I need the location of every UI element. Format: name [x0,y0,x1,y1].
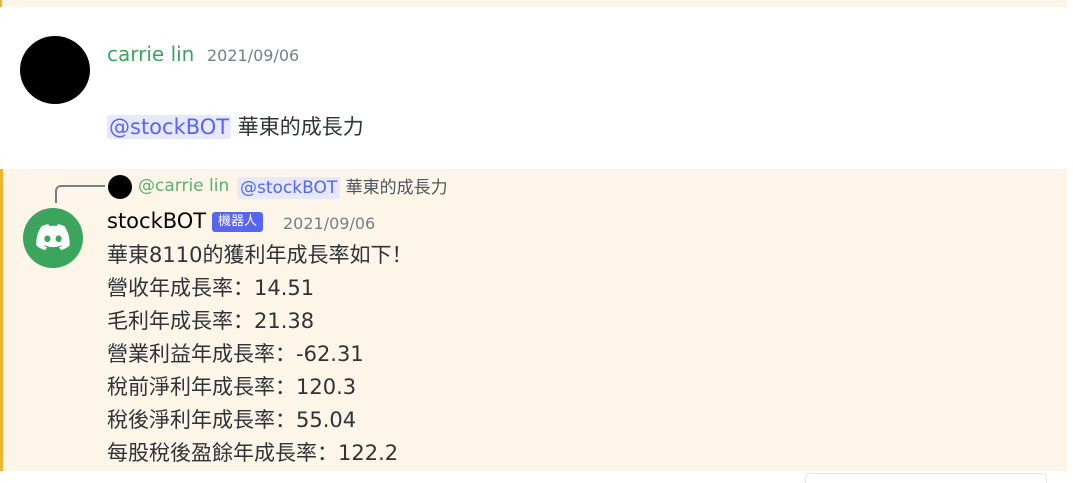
bot-avatar[interactable] [23,208,83,268]
bot-line-net-income: 稅後淨利年成長率：55.04 [107,408,357,432]
partial-panel [805,473,1047,483]
bot-timestamp: 2021/09/06 [283,214,376,233]
reply-mention-stockbot[interactable]: @stockBOT [237,177,341,199]
reply-preview-content[interactable]: @stockBOT 華東的成長力 [237,173,448,199]
reply-author[interactable]: @carrie lin [138,176,229,196]
message-timestamp: 2021/09/06 [207,46,300,65]
avatar[interactable] [20,36,90,104]
mention-stockbot[interactable]: @stockBOT [107,115,232,139]
message-content: @stockBOT 華東的成長力 [107,111,364,141]
previous-message-highlight [0,0,1067,7]
discord-logo-icon [36,224,70,251]
bot-line-revenue: 營收年成長率：14.51 [107,276,315,300]
reply-preview-text: 華東的成長力 [340,178,448,198]
message-carrie [0,7,1073,169]
message-author[interactable]: carrie lin [107,42,194,66]
bot-line-eps: 每股稅後盈餘年成長率：122.2 [107,441,399,465]
bot-badge: 機器人 [212,212,264,232]
reply-connector [55,185,105,203]
message-text: 華東的成長力 [231,115,364,139]
bot-author[interactable]: stockBOT [107,209,206,233]
bot-line-operating-income: 營業利益年成長率：-62.31 [107,342,364,366]
bot-line-pretax-income: 稅前淨利年成長率：120.3 [107,375,357,399]
bot-message-content: 華東8110的獲利年成長率如下！ 營收年成長率：14.51 毛利年成長率：21.… [107,239,412,470]
reply-avatar[interactable] [108,175,132,199]
bot-line-heading: 華東8110的獲利年成長率如下！ [107,243,413,267]
bot-line-gross-profit: 毛利年成長率：21.38 [107,309,315,333]
